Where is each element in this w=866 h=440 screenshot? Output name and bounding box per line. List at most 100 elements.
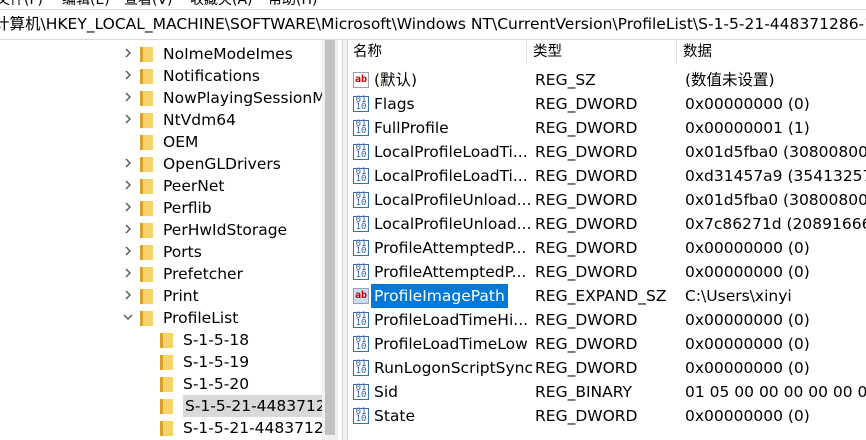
value-data: 01 05 00 00 00 00 00 05 1 bbox=[685, 383, 866, 401]
value-row[interactable]: 01 10 ProfileLoadTimeHi... REG_DWORD 0x0000… bbox=[347, 308, 866, 332]
value-row[interactable]: 01 10 LocalProfileUnload... REG_DWORD 0x7c8… bbox=[347, 212, 866, 236]
tree-item[interactable]: S-1-5-21-44837128 bbox=[0, 417, 334, 439]
menu-help[interactable]: 帮助(H) bbox=[268, 0, 317, 9]
tree-item[interactable]: OpenGLDrivers bbox=[0, 153, 322, 175]
address-bar[interactable]: 计算机\HKEY_LOCAL_MACHINE\SOFTWARE\Microsof… bbox=[0, 9, 866, 40]
tree-item[interactable]: NtVdm64 bbox=[0, 109, 322, 131]
value-row[interactable]: 01 10 ProfileLoadTimeLow REG_DWORD 0x000000… bbox=[347, 332, 866, 356]
tree-item[interactable]: NowPlayingSessionM bbox=[0, 87, 326, 109]
tree-item-label: Print bbox=[163, 287, 199, 305]
chevron-right-icon[interactable] bbox=[120, 87, 136, 109]
value-row[interactable]: ab ProfileImagePath REG_EXPAND_SZ C:\Users\… bbox=[347, 283, 866, 309]
value-name: RunLogonScriptSync bbox=[374, 359, 534, 377]
value-row[interactable]: 01 10 FullProfile REG_DWORD 0x00000001 (1) bbox=[347, 116, 866, 140]
tree-item[interactable]: PerHwIdStorage bbox=[0, 219, 322, 241]
menu-favorites[interactable]: 收藏夹(A) bbox=[190, 0, 253, 9]
tree-item[interactable]: S-1-5-20 bbox=[0, 373, 322, 395]
value-type: REG_DWORD bbox=[535, 143, 638, 161]
tree-item[interactable]: Prefetcher bbox=[0, 263, 322, 285]
tree-item[interactable]: OEM bbox=[0, 131, 322, 153]
chevron-right-icon[interactable] bbox=[120, 153, 136, 175]
chevron-right-icon[interactable] bbox=[120, 197, 136, 219]
column-header-name[interactable]: 名称 bbox=[347, 40, 527, 64]
folder-icon bbox=[140, 223, 153, 238]
value-row[interactable]: 01 10 RunLogonScriptSync REG_DWORD 0x000000… bbox=[347, 356, 866, 380]
tree-item[interactable]: Notifications bbox=[0, 65, 322, 87]
value-row[interactable]: 01 10 ProfileAttemptedP... REG_DWORD 0x0000… bbox=[347, 236, 866, 260]
tree-scrollbar[interactable] bbox=[322, 40, 338, 440]
folder-icon bbox=[140, 157, 153, 172]
tree-item[interactable]: Perflib bbox=[0, 197, 322, 219]
value-row[interactable]: 01 10 LocalProfileUnload... REG_DWORD 0x01d… bbox=[347, 188, 866, 212]
menu-file[interactable]: 文件(F) bbox=[0, 0, 43, 9]
tree-item[interactable]: PeerNet bbox=[0, 175, 322, 197]
value-row[interactable]: 01 10 Sid REG_BINARY 01 05 00 00 00 00 00 0… bbox=[347, 380, 866, 404]
value-name: (默认) bbox=[374, 71, 418, 89]
tree-item-label: S-1-5-18 bbox=[183, 331, 250, 349]
binary-value-icon: 01 10 bbox=[353, 384, 369, 400]
value-row[interactable]: 01 10 LocalProfileLoadTi... REG_DWORD 0x01d… bbox=[347, 140, 866, 164]
value-type: REG_DWORD bbox=[535, 191, 638, 209]
chevron-right-icon[interactable] bbox=[120, 285, 136, 307]
folder-icon bbox=[160, 355, 173, 370]
chevron-right-icon[interactable] bbox=[120, 241, 136, 263]
value-type: REG_DWORD bbox=[535, 335, 638, 353]
value-row[interactable]: ab (默认) REG_SZ (数值未设置) bbox=[347, 68, 866, 92]
tree-item-label: Ports bbox=[163, 243, 202, 261]
tree-item[interactable]: NoImeModeImes bbox=[0, 43, 322, 65]
value-name: Flags bbox=[374, 95, 415, 113]
binary-value-icon: 01 10 bbox=[353, 144, 369, 160]
chevron-right-icon[interactable] bbox=[120, 219, 136, 241]
value-type: REG_BINARY bbox=[535, 383, 632, 401]
value-list: 名称 类型 数据 ab (默认) REG_SZ (数值未设置) 01 10 Flags RE… bbox=[347, 40, 866, 440]
value-row[interactable]: 01 10 ProfileAttemptedP... REG_DWORD 0x0000… bbox=[347, 260, 866, 284]
value-name: State bbox=[374, 407, 416, 425]
menu-edit[interactable]: 编辑(E) bbox=[62, 0, 110, 9]
tree-item[interactable]: Ports bbox=[0, 241, 322, 263]
binary-value-icon: 01 10 bbox=[353, 312, 369, 328]
value-type: REG_DWORD bbox=[535, 311, 638, 329]
menu-bar: 文件(F) 编辑(E) 查看(V) 收藏夹(A) 帮助(H) bbox=[0, 0, 866, 9]
value-type: REG_DWORD bbox=[535, 407, 638, 425]
binary-value-icon: 01 10 bbox=[353, 336, 369, 352]
chevron-right-icon[interactable] bbox=[120, 175, 136, 197]
tree-item[interactable]: S-1-5-21-44837128 bbox=[0, 395, 338, 417]
value-data: 0x00000000 (0) bbox=[685, 95, 810, 113]
chevron-down-icon[interactable] bbox=[120, 307, 136, 329]
value-data: 0x00000000 (0) bbox=[685, 263, 810, 281]
chevron-right-icon[interactable] bbox=[120, 43, 136, 65]
tree-scroll-thumb[interactable] bbox=[325, 40, 335, 435]
value-row[interactable]: 01 10 Flags REG_DWORD 0x00000000 (0) bbox=[347, 92, 866, 116]
value-type: REG_DWORD bbox=[535, 167, 638, 185]
value-row[interactable]: 01 10 LocalProfileLoadTi... REG_DWORD 0xd31… bbox=[347, 164, 866, 188]
binary-value-icon: 01 10 bbox=[353, 96, 369, 112]
folder-icon bbox=[140, 69, 153, 84]
column-header-type[interactable]: 类型 bbox=[527, 40, 677, 64]
value-type: REG_DWORD bbox=[535, 359, 638, 377]
menu-view[interactable]: 查看(V) bbox=[124, 0, 173, 9]
folder-icon bbox=[160, 377, 173, 392]
tree-item-label: Notifications bbox=[163, 67, 261, 85]
chevron-right-icon[interactable] bbox=[120, 65, 136, 87]
folder-icon bbox=[140, 135, 153, 150]
column-header-data[interactable]: 数据 bbox=[677, 40, 866, 64]
value-name: FullProfile bbox=[374, 119, 449, 137]
tree-item[interactable]: ProfileList bbox=[0, 307, 322, 329]
tree-item[interactable]: S-1-5-19 bbox=[0, 351, 322, 373]
folder-icon bbox=[140, 267, 153, 282]
value-data: 0x01d5fba0 (30800800) bbox=[685, 143, 866, 161]
string-value-icon: ab bbox=[353, 288, 369, 304]
value-type: REG_DWORD bbox=[535, 215, 638, 233]
value-type: REG_DWORD bbox=[535, 119, 638, 137]
chevron-right-icon[interactable] bbox=[120, 263, 136, 285]
binary-value-icon: 01 10 bbox=[353, 264, 369, 280]
chevron-right-icon[interactable] bbox=[120, 109, 136, 131]
value-name: ProfileLoadTimeLow bbox=[374, 335, 528, 353]
folder-icon bbox=[140, 201, 153, 216]
binary-value-icon: 01 10 bbox=[353, 120, 369, 136]
value-row[interactable]: 01 10 State REG_DWORD 0x00000000 (0) bbox=[347, 404, 866, 428]
tree-item[interactable]: Print bbox=[0, 285, 322, 307]
value-data: 0x00000000 (0) bbox=[685, 239, 810, 257]
tree-item[interactable]: S-1-5-18 bbox=[0, 329, 322, 351]
address-path[interactable]: 计算机\HKEY_LOCAL_MACHINE\SOFTWARE\Microsof… bbox=[0, 10, 866, 39]
